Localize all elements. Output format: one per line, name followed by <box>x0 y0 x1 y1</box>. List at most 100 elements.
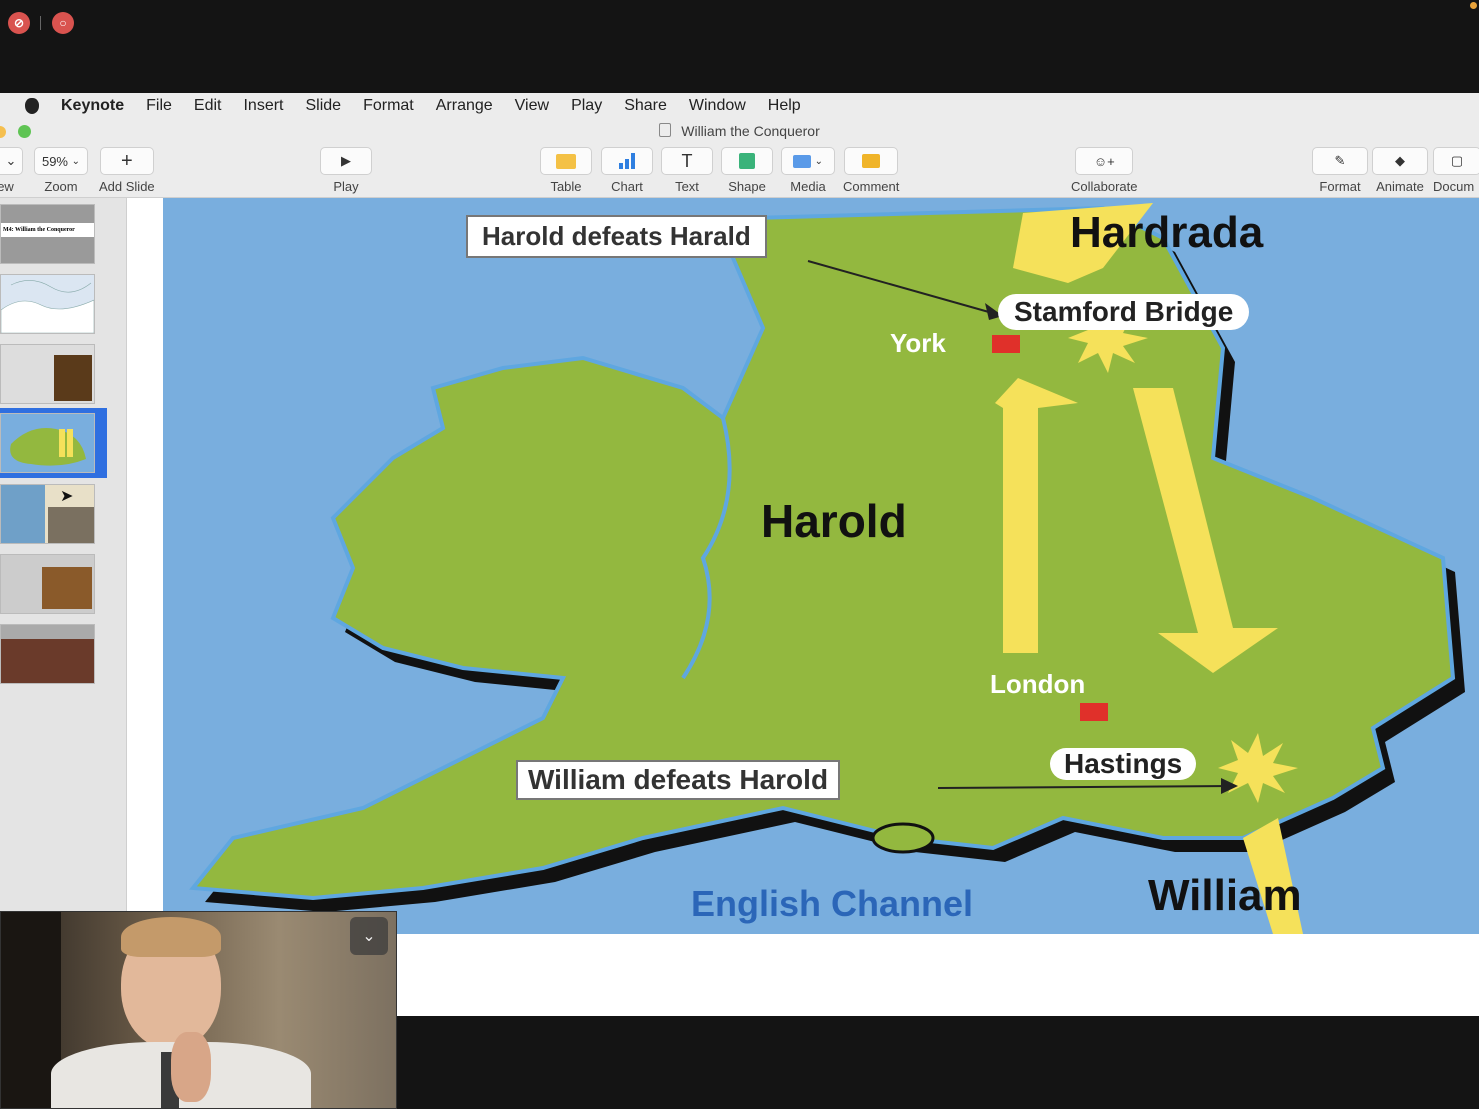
zoom-label: Zoom <box>44 179 78 194</box>
media-label: Media <box>790 179 826 194</box>
text-label: Text <box>675 179 699 194</box>
label-harold-defeats-harald: Harold defeats Harald <box>466 215 767 258</box>
shape-label: Shape <box>728 179 766 194</box>
shape-icon <box>721 147 773 175</box>
presenter-hair <box>121 917 221 957</box>
view-label: ew <box>0 179 14 194</box>
painting-thumbnail <box>1 639 94 683</box>
menu-view[interactable]: View <box>515 97 549 115</box>
record-stop-icon[interactable]: ○ <box>52 12 74 34</box>
animate-button[interactable]: ◆ Animate <box>1372 147 1428 194</box>
comment-icon <box>844 147 899 175</box>
screen-share-background <box>397 1016 1479 1109</box>
shape-button[interactable]: Shape <box>721 147 773 194</box>
document-button[interactable]: ▢ Docum <box>1433 147 1479 194</box>
collapse-video-button[interactable]: ⌄ <box>350 917 388 955</box>
media-icon: ⌄ <box>781 147 835 175</box>
slide-thumbnail-2[interactable] <box>0 274 95 334</box>
york-marker <box>992 335 1020 353</box>
window-title: William the Conqueror <box>0 123 1479 139</box>
plus-icon: + <box>99 147 154 175</box>
window-title-text: William the Conqueror <box>681 123 820 139</box>
menu-bar: Keynote File Edit Insert Slide Format Ar… <box>0 93 1479 119</box>
chevron-down-icon: ⌄ <box>71 155 81 167</box>
menu-share[interactable]: Share <box>624 97 667 115</box>
collaborate-label: Collaborate <box>1071 179 1138 194</box>
zoom-value: 59% <box>41 153 68 169</box>
table-icon <box>540 147 592 175</box>
map-fragment-thumbnail <box>1 485 45 543</box>
label-harold: Harold <box>761 495 907 547</box>
zoom-select[interactable]: 59% ⌄ <box>34 147 88 175</box>
label-william: William <box>1148 871 1302 920</box>
britain-map <box>189 203 1465 934</box>
comment-button[interactable]: Comment <box>843 147 899 194</box>
label-english-channel: English Channel <box>691 883 974 924</box>
menu-edit[interactable]: Edit <box>194 97 222 115</box>
animate-icon: ◆ <box>1372 147 1428 175</box>
label-william-defeats-harold: William defeats Harold <box>516 760 841 800</box>
menu-play[interactable]: Play <box>571 97 602 115</box>
label-london: London <box>990 669 1086 699</box>
play-button[interactable]: ▶ Play <box>320 147 372 194</box>
menu-format[interactable]: Format <box>363 97 414 115</box>
media-button[interactable]: ⌄ Media <box>781 147 835 194</box>
document-icon <box>659 123 672 137</box>
add-slide-button[interactable]: + Add Slide <box>99 147 155 194</box>
slide-map[interactable]: Harold defeats Harald Hardrada Stamford … <box>163 198 1479 934</box>
play-label: Play <box>333 179 359 194</box>
label-hastings: Hastings <box>1050 748 1197 780</box>
book-image-thumbnail <box>42 567 92 609</box>
menu-help[interactable]: Help <box>768 97 801 115</box>
window-toolbar: William the Conqueror ⌄ ew 59% ⌄ Zoom + … <box>0 119 1479 198</box>
slide-thumbnail-1[interactable]: M4: William the Conqueror <box>0 204 95 264</box>
slide-thumbnail-7[interactable] <box>0 624 95 684</box>
mouse-cursor-icon: ➤ <box>60 488 74 505</box>
chart-button[interactable]: Chart <box>601 147 653 194</box>
format-label: Format <box>1319 179 1361 194</box>
format-button[interactable]: ✎ Format <box>1312 147 1368 194</box>
document-label: Docum <box>1433 179 1475 194</box>
slide-thumbnail-5[interactable] <box>0 484 95 544</box>
presenter-video[interactable] <box>0 911 397 1109</box>
menu-slide[interactable]: Slide <box>306 97 342 115</box>
menu-file[interactable]: File <box>146 97 172 115</box>
menu-app-name[interactable]: Keynote <box>61 97 124 115</box>
collaborate-icon: ☺+ <box>1075 147 1134 175</box>
paintbrush-icon: ✎ <box>1312 147 1368 175</box>
slide-thumbnail-3[interactable] <box>0 344 95 404</box>
london-marker <box>1080 703 1108 721</box>
menu-insert[interactable]: Insert <box>243 97 283 115</box>
recording-indicator-dot <box>1470 2 1477 9</box>
presenter-hand <box>171 1032 211 1102</box>
document-panel-icon: ▢ <box>1433 147 1479 175</box>
table-button[interactable]: Table <box>540 147 592 194</box>
label-york: York <box>890 328 946 358</box>
add-slide-label: Add Slide <box>99 179 155 194</box>
map-thumbnail <box>10 428 86 466</box>
chevron-down-icon[interactable]: ⌄ <box>0 147 23 175</box>
zoom-control[interactable]: 59% ⌄ Zoom <box>34 147 88 194</box>
menu-arrange[interactable]: Arrange <box>436 97 493 115</box>
view-control[interactable]: ⌄ ew <box>0 147 23 194</box>
mute-mic-icon[interactable]: ⊘ <box>8 12 30 34</box>
slide-thumbnail-6[interactable] <box>0 554 95 614</box>
recording-bar: ⊘ ○ <box>0 0 1479 93</box>
apple-menu-icon[interactable] <box>25 98 39 114</box>
animate-label: Animate <box>1376 179 1424 194</box>
label-hardrada: Hardrada <box>1070 208 1264 257</box>
menu-window[interactable]: Window <box>689 97 746 115</box>
chevron-down-icon: ⌄ <box>362 928 376 945</box>
table-label: Table <box>550 179 582 194</box>
collaborate-button[interactable]: ☺+ Collaborate <box>1071 147 1138 194</box>
text-button[interactable]: T Text <box>661 147 713 194</box>
portrait-thumbnail <box>54 355 92 401</box>
divider <box>40 16 41 30</box>
europe-map-thumbnail <box>1 280 94 333</box>
slide-thumbnail-1-title: M4: William the Conqueror <box>1 223 94 237</box>
chart-label: Chart <box>611 179 643 194</box>
play-icon: ▶ <box>320 147 372 175</box>
slide-thumbnail-4[interactable] <box>0 413 95 473</box>
label-stamford-bridge: Stamford Bridge <box>998 294 1250 330</box>
battle-image-thumbnail <box>48 507 94 543</box>
